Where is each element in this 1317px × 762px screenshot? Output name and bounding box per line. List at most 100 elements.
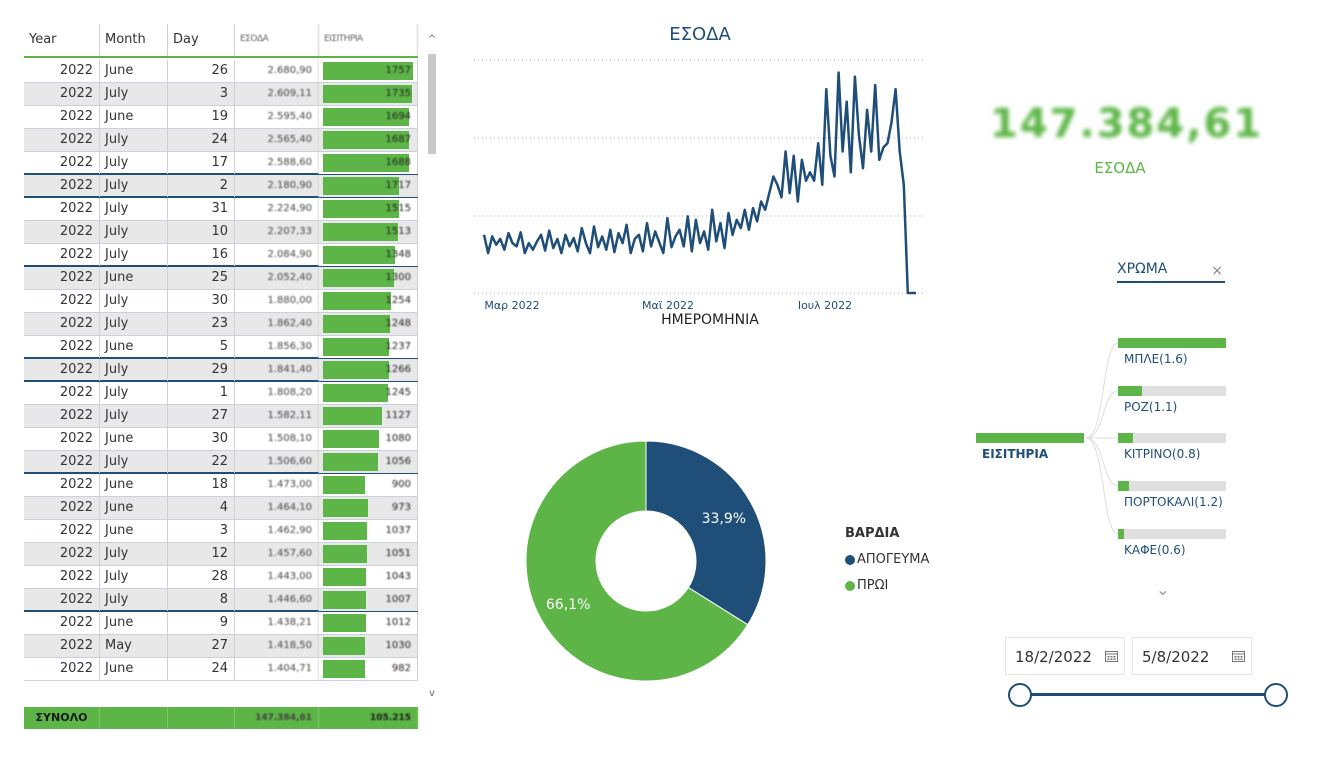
chevron-down-icon[interactable]: ⌄: [1156, 580, 1169, 599]
table-row[interactable]: 2022 July 22 1.506,60 1056: [24, 451, 418, 474]
cell-tickets: 900: [319, 474, 418, 496]
total-amount: 147.384,61: [235, 707, 319, 729]
col-header-month[interactable]: Month: [100, 24, 168, 56]
cell-year: 2022: [24, 405, 100, 427]
cell-month: May: [100, 635, 168, 657]
col-header-year[interactable]: Year: [24, 24, 100, 56]
tree-node-label: ΡΟΖ(1.1): [1124, 400, 1178, 414]
legend-item-afternoon[interactable]: ΑΠΟΓΕΥΜΑ: [845, 552, 929, 567]
cell-month: July: [100, 382, 168, 404]
table-row[interactable]: 2022 June 24 1.404,71 982: [24, 658, 418, 681]
table-row[interactable]: 2022 July 23 1.862,40 1248: [24, 313, 418, 336]
start-date-input[interactable]: 18/2/2022: [1005, 637, 1125, 675]
end-date-input[interactable]: 5/8/2022: [1132, 637, 1252, 675]
cell-day: 27: [168, 635, 235, 657]
table-row[interactable]: 2022 June 3 1.462,90 1037: [24, 520, 418, 543]
tickets-databar: [323, 315, 390, 333]
cell-month: July: [100, 129, 168, 151]
tickets-value: 1051: [385, 548, 411, 559]
calendar-icon[interactable]: [1105, 650, 1118, 662]
tree-node-yellow[interactable]: ΚΙΤΡΙΝΟ(0.8): [1118, 433, 1226, 461]
cell-month: June: [100, 60, 168, 82]
table-row[interactable]: 2022 July 29 1.841,40 1266: [24, 359, 418, 382]
table-row[interactable]: 2022 July 2 2.180,90 1717: [24, 175, 418, 198]
col-header-tickets[interactable]: ΕΙΣΙΤΗΡΙΑ: [319, 24, 418, 56]
table-row[interactable]: 2022 July 28 1.443,00 1043: [24, 566, 418, 589]
scroll-down-icon[interactable]: v: [426, 688, 438, 700]
table-row[interactable]: 2022 July 16 2.084,90 1348: [24, 244, 418, 267]
tree-node-blue[interactable]: ΜΠΛΕ(1.6): [1118, 338, 1226, 366]
cell-tickets: 1245: [319, 382, 418, 404]
table-row[interactable]: 2022 July 17 2.588,60 1688: [24, 152, 418, 175]
table-row[interactable]: 2022 May 27 1.418,50 1030: [24, 635, 418, 658]
cell-month: June: [100, 336, 168, 358]
col-header-amount[interactable]: ΕΣΟΔΑ: [235, 24, 319, 56]
date-slider-track[interactable]: [1019, 693, 1277, 696]
table-row[interactable]: 2022 June 5 1.856,30 1237: [24, 336, 418, 359]
scroll-thumb[interactable]: [428, 54, 436, 154]
legend-title: ΒΑΡΔΙΑ: [845, 526, 900, 541]
table-row[interactable]: 2022 July 31 2.224,90 1515: [24, 198, 418, 221]
table-row[interactable]: 2022 July 10 2.207,33 1513: [24, 221, 418, 244]
cell-tickets: 1266: [319, 359, 418, 381]
cell-year: 2022: [24, 612, 100, 634]
table-row[interactable]: 2022 July 24 2.565,40 1687: [24, 129, 418, 152]
table-row[interactable]: 2022 June 4 1.464,10 973: [24, 497, 418, 520]
cell-amount: 2.595,40: [235, 106, 319, 128]
col-header-day[interactable]: Day: [168, 24, 235, 56]
cell-amount: 1.418,50: [235, 635, 319, 657]
table-scrollbar[interactable]: ^ v: [426, 34, 438, 700]
tree-node-orange[interactable]: ΠΟΡΤΟΚΑΛΙ(1.2): [1118, 481, 1226, 509]
tickets-databar: [323, 614, 366, 632]
table-row[interactable]: 2022 June 18 1.473,00 900: [24, 474, 418, 497]
table-row[interactable]: 2022 June 19 2.595,40 1694: [24, 106, 418, 129]
table-row[interactable]: 2022 July 8 1.446,60 1007: [24, 589, 418, 612]
scroll-up-icon[interactable]: ^: [426, 34, 438, 46]
table-row[interactable]: 2022 June 30 1.508,10 1080: [24, 428, 418, 451]
table-row[interactable]: 2022 July 3 2.609,11 1735: [24, 83, 418, 106]
cell-month: June: [100, 428, 168, 450]
tree-node-brown[interactable]: ΚΑΦΕ(0.6): [1118, 529, 1226, 557]
table-row[interactable]: 2022 July 12 1.457,60 1051: [24, 543, 418, 566]
cell-tickets: 1043: [319, 566, 418, 588]
cell-year: 2022: [24, 267, 100, 289]
donut-slice: [645, 440, 767, 626]
cell-day: 25: [168, 267, 235, 289]
date-range-slicer[interactable]: 18/2/2022 5/8/2022: [1005, 637, 1295, 712]
cell-day: 9: [168, 612, 235, 634]
shift-donut-chart[interactable]: 33,9% 66,1% ΒΑΡΔΙΑ ΑΠΟΓΕΥΜΑ ΠΡΩΙ: [520, 430, 960, 690]
cell-day: 4: [168, 497, 235, 519]
cell-month: July: [100, 566, 168, 588]
line-chart-svg: Μαρ 2022 Μαϊ 2022 Ιουλ 2022: [474, 59, 926, 312]
legend-item-morning[interactable]: ΠΡΩΙ: [845, 578, 888, 593]
decomposition-tree[interactable]: ΧΡΩΜΑ × ΕΙΣΙΤΗΡΙΑ ΜΠΛΕ(1.6) ΡΟΖ(1.1) ΚΙΤ…: [970, 255, 1260, 605]
tickets-databar: [323, 430, 379, 448]
revenue-table[interactable]: Year Month Day ΕΣΟΔΑ ΕΙΣΙΤΗΡΙΑ 2022 June 2…: [24, 24, 440, 729]
close-icon[interactable]: ×: [1211, 263, 1223, 279]
legend-dot-morning: [845, 580, 855, 591]
cell-year: 2022: [24, 589, 100, 611]
calendar-icon[interactable]: [1232, 650, 1245, 662]
tree-level-header[interactable]: ΧΡΩΜΑ ×: [1117, 261, 1225, 283]
tree-node-pink[interactable]: ΡΟΖ(1.1): [1118, 386, 1226, 414]
date-slider-end-handle[interactable]: [1264, 683, 1288, 707]
revenue-line-chart[interactable]: Μαρ 2022 Μαϊ 2022 Ιουλ 2022 ΕΣΟΔΑ ΗΜΕΡΟΜΗΝ…: [470, 18, 940, 338]
tickets-value: 1043: [385, 571, 411, 582]
tree-node-track: [1118, 338, 1226, 348]
table-row[interactable]: 2022 July 30 1.880,00 1254: [24, 290, 418, 313]
tickets-value: 1694: [385, 111, 411, 122]
tree-node-fill: [1118, 481, 1129, 491]
table-row[interactable]: 2022 June 26 2.680,90 1757: [24, 60, 418, 83]
table-row[interactable]: 2022 June 9 1.438,21 1012: [24, 612, 418, 635]
table-row[interactable]: 2022 June 25 2.052,40 1300: [24, 267, 418, 290]
table-row[interactable]: 2022 July 27 1.582,11 1127: [24, 405, 418, 428]
cell-day: 18: [168, 474, 235, 496]
date-slider-start-handle[interactable]: [1008, 683, 1032, 707]
tickets-databar: [323, 476, 365, 494]
cell-amount: 1.841,40: [235, 359, 319, 381]
cell-year: 2022: [24, 290, 100, 312]
cell-amount: 2.565,40: [235, 129, 319, 151]
tickets-databar: [323, 499, 368, 517]
tree-root-node[interactable]: ΕΙΣΙΤΗΡΙΑ: [976, 433, 1086, 461]
table-row[interactable]: 2022 July 1 1.808,20 1245: [24, 382, 418, 405]
